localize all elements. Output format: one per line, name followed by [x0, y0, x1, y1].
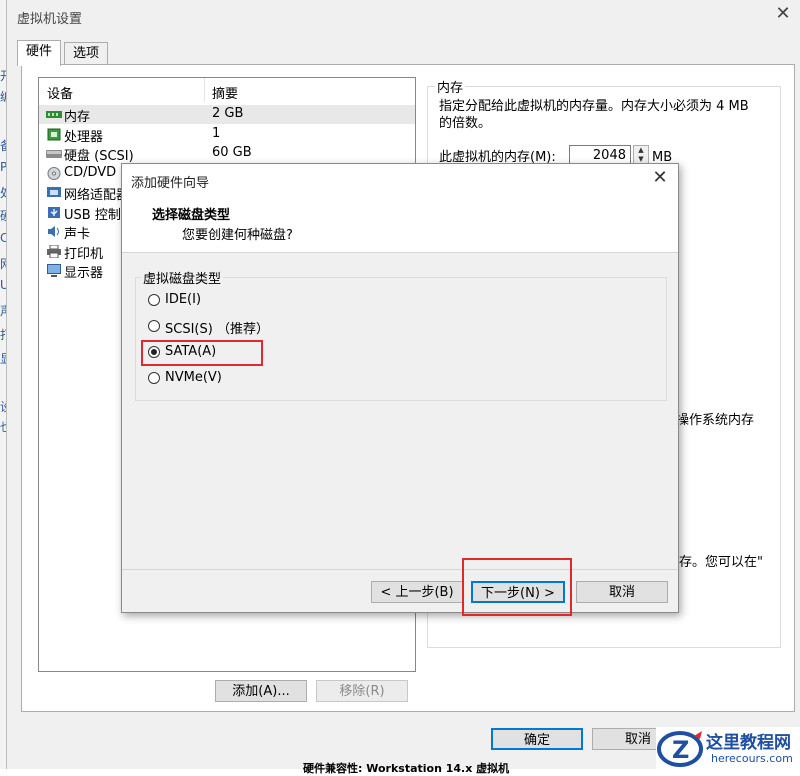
wizard-cancel-button[interactable]: 取消	[576, 581, 668, 603]
cd-icon	[46, 166, 62, 180]
device-list-header: 设备 摘要	[39, 78, 415, 102]
divider	[122, 252, 678, 253]
radio-button-icon	[148, 372, 160, 384]
memory-input[interactable]: 2048	[569, 145, 631, 165]
tab-hardware[interactable]: 硬件	[17, 40, 62, 66]
svg-text:Z: Z	[672, 736, 689, 764]
device-name: 打印机	[64, 246, 104, 262]
sata-highlight-box	[141, 340, 263, 366]
device-name: 网络适配器	[64, 188, 130, 203]
device-name: 内存	[64, 110, 91, 125]
watermark-url: herecours.com	[711, 752, 793, 765]
device-name: 硬盘 (SCSI)	[64, 149, 134, 164]
memory-stepper[interactable]: ▲ ▼	[633, 145, 649, 165]
remove-hardware-button[interactable]: 移除(R)	[316, 680, 408, 702]
memory-description-2: 的倍数。	[439, 116, 492, 131]
device-summary: 60 GB	[212, 145, 252, 160]
watermark-logo: Z 这里教程网 herecours.com	[656, 727, 800, 769]
memory-icon	[46, 108, 62, 121]
dialog-title: 虚拟机设置	[17, 12, 83, 27]
network-icon	[46, 186, 62, 199]
device-row[interactable]: 内存 2 GB	[39, 105, 415, 125]
device-name: 显示器	[64, 266, 104, 281]
memory-group-label: 内存	[435, 77, 466, 96]
wizard-close-icon[interactable]: ✕	[650, 168, 670, 188]
display-icon	[46, 264, 62, 277]
tab-options[interactable]: 选项	[64, 42, 109, 65]
printer-icon	[46, 244, 62, 258]
add-hardware-button[interactable]: 添加(A)...	[215, 680, 307, 702]
memory-note-fragment-2: 存。您可以在"	[679, 555, 763, 570]
device-name: 声卡	[64, 227, 91, 242]
radio-button-icon	[148, 320, 160, 332]
cpu-icon	[46, 128, 62, 141]
memory-note-fragment: 操作系统内存	[676, 413, 755, 428]
close-icon[interactable]: ✕	[773, 4, 793, 24]
column-summary[interactable]: 摘要	[212, 83, 238, 102]
ok-button[interactable]: 确定	[491, 728, 583, 750]
usb-icon	[46, 206, 62, 219]
device-row[interactable]: 硬盘 (SCSI) 60 GB	[39, 144, 415, 164]
wizard-heading: 选择磁盘类型	[152, 208, 231, 223]
wizard-subheading: 您要创建何种磁盘?	[182, 228, 293, 243]
back-button[interactable]: < 上一步(B)	[371, 581, 463, 603]
device-row[interactable]: 处理器 1	[39, 125, 415, 145]
device-name: 处理器	[64, 129, 104, 145]
divider	[122, 569, 678, 570]
device-summary: 2 GB	[212, 106, 244, 121]
disk-type-group-label: 虚拟磁盘类型	[141, 268, 224, 287]
column-device[interactable]: 设备	[47, 83, 73, 102]
add-hardware-wizard: 添加硬件向导 ✕ 选择磁盘类型 您要创建何种磁盘? 虚拟磁盘类型 IDE(I) …	[121, 163, 679, 616]
sound-icon	[46, 225, 62, 238]
device-summary: 1	[212, 125, 221, 141]
wizard-title: 添加硬件向导	[131, 176, 210, 191]
next-highlight-box	[462, 558, 572, 616]
radio-button-icon	[148, 294, 160, 306]
compatibility-text: 硬件兼容性: Workstation 14.x 虚拟机	[303, 762, 510, 775]
harddisk-icon	[46, 147, 62, 160]
watermark-text: 这里教程网	[706, 733, 791, 753]
memory-description: 指定分配给此虚拟机的内存量。内存大小必须为 4 MB	[439, 99, 749, 114]
